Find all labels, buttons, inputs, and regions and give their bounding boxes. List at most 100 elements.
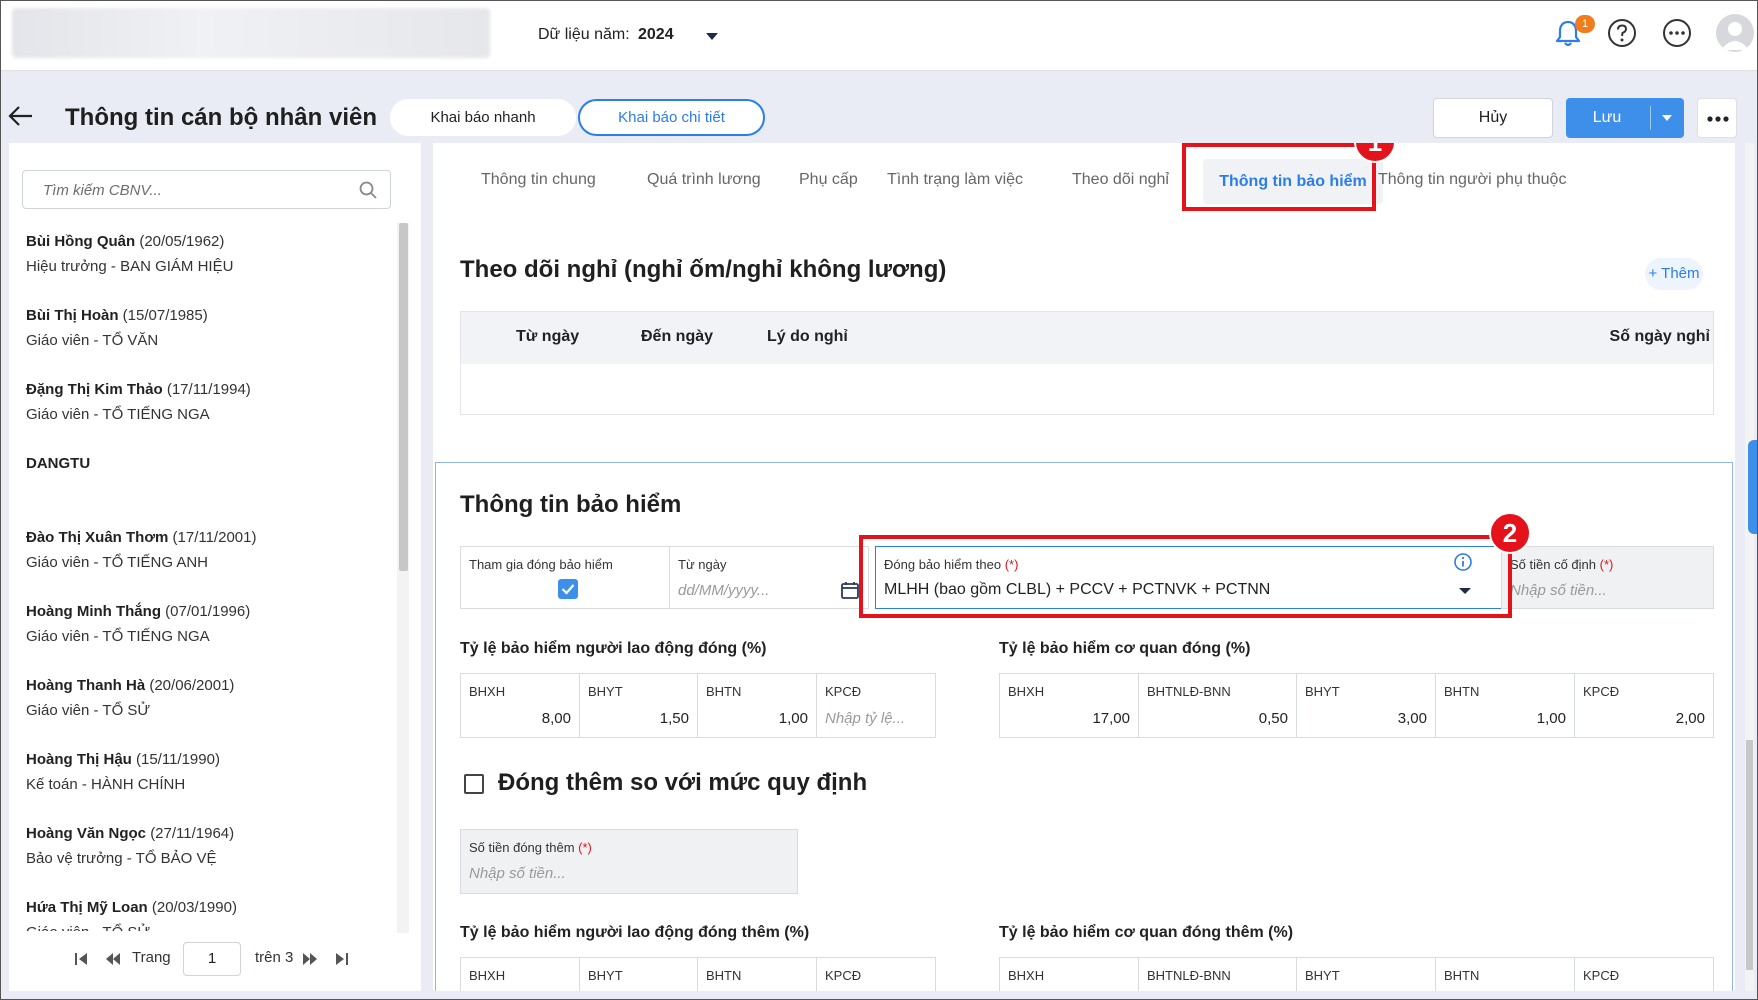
leave-table: Từ ngày Đến ngày Lý do nghỉ Số ngày nghỉ	[460, 311, 1714, 415]
field-label: Từ ngày	[678, 557, 727, 572]
chevron-down-icon[interactable]	[1660, 112, 1674, 124]
pagination: Trang 1 trên 3	[9, 939, 421, 979]
tab-work-status[interactable]: Tình trạng làm việc	[887, 171, 1023, 189]
employee-item[interactable]: Bùi Hồng Quân (20/05/1962) Hiệu trưởng -…	[26, 229, 233, 279]
agency-extra-bhtn[interactable]: BHTN	[1435, 957, 1575, 991]
rate-value: 17,00	[1092, 710, 1130, 727]
notification-badge: 1	[1575, 15, 1595, 33]
employee-item[interactable]: Bùi Thị Hoàn (15/07/1985) Giáo viên - TỔ…	[26, 303, 208, 353]
agency-extra-bhyt[interactable]: BHYT	[1296, 957, 1436, 991]
rate-label: BHTNLĐ-BNN	[1147, 684, 1231, 699]
extra-amount-field[interactable]: Số tiền đóng thêm (*) Nhập số tiền...	[460, 829, 798, 894]
last-page-icon[interactable]	[333, 951, 351, 967]
agency-rate-kpcd[interactable]: KPCĐ 2,00	[1574, 673, 1714, 738]
employee-rate-bhxh[interactable]: BHXH 8,00	[460, 673, 580, 738]
employee-item[interactable]: Hoàng Minh Thắng (07/01/1996) Giáo viên …	[26, 599, 250, 649]
employee-extra-bhyt[interactable]: BHYT	[579, 957, 698, 991]
save-button-label: Lưu	[1592, 109, 1622, 126]
agency-rate-bhtn[interactable]: BHTN 1,00	[1435, 673, 1575, 738]
participate-checkbox[interactable]	[558, 579, 578, 599]
required-mark: (*)	[578, 840, 592, 855]
side-collapse-handle[interactable]	[1748, 440, 1758, 534]
employee-rate-bhyt[interactable]: BHYT 1,50	[579, 673, 698, 738]
employee-list-scroll-thumb[interactable]	[399, 223, 408, 571]
rate-value: 2,00	[1675, 710, 1705, 727]
rate-value: 1,00	[1536, 710, 1566, 727]
employee-dob: (17/11/1994)	[166, 381, 251, 398]
rate-label: BHTN	[1444, 684, 1480, 699]
tab-dependents[interactable]: Thông tin người phụ thuộc	[1378, 171, 1566, 189]
highlight-box-insurance-tab	[1182, 143, 1376, 211]
highlight-box-insurance-basis	[859, 535, 1512, 618]
avatar[interactable]	[1716, 14, 1754, 52]
employee-extra-kpcd[interactable]: KPCĐ	[816, 957, 936, 991]
page-number-input[interactable]: 1	[183, 942, 241, 976]
employee-item[interactable]: Đặng Thị Kim Thảo (17/11/1994) Giáo viên…	[26, 377, 251, 427]
tab-leave-tracking[interactable]: Theo dõi nghỉ	[1072, 171, 1169, 189]
employee-rate-bhtn[interactable]: BHTN 1,00	[697, 673, 817, 738]
extra-contribution-checkbox[interactable]	[464, 774, 484, 794]
app-logo	[12, 8, 490, 58]
employee-item[interactable]: Hoàng Thị Hậu (15/11/1990) Kế toán - HÀN…	[26, 747, 220, 797]
rate-label: BHTN	[706, 684, 742, 699]
search-placeholder: Tìm kiếm CBNV...	[43, 182, 162, 199]
extra-amount-placeholder: Nhập số tiền...	[469, 865, 566, 882]
employee-extra-bhxh[interactable]: BHXH	[460, 957, 580, 991]
tab-general[interactable]: Thông tin chung	[481, 171, 596, 189]
date-placeholder: dd/MM/yyyy...	[678, 582, 770, 599]
agency-extra-bhtnld-bnn[interactable]: BHTNLĐ-BNN	[1138, 957, 1297, 991]
field-label: Tham gia đóng bảo hiểm	[469, 557, 613, 572]
participate-insurance-field: Tham gia đóng bảo hiểm	[460, 546, 670, 609]
employee-search-input[interactable]: Tìm kiếm CBNV...	[22, 170, 391, 209]
employee-item[interactable]: Hoàng Thanh Hà (20/06/2001) Giáo viên - …	[26, 673, 234, 723]
tab-allowance[interactable]: Phụ cấp	[799, 171, 858, 189]
prev-page-icon[interactable]	[104, 951, 122, 967]
first-page-icon[interactable]	[72, 951, 90, 967]
employee-item[interactable]: Đào Thị Xuân Thơm (17/11/2001) Giáo viên…	[26, 525, 256, 575]
column-header: Lý do nghỉ	[767, 328, 848, 345]
agency-rate-bhtnld-bnn[interactable]: BHTNLĐ-BNN 0,50	[1138, 673, 1297, 738]
employee-extra-bhtn[interactable]: BHTN	[697, 957, 817, 991]
agency-rate-bhyt[interactable]: BHYT 3,00	[1296, 673, 1436, 738]
rate-label: BHXH	[469, 968, 506, 983]
quick-declare-button[interactable]: Khai báo nhanh	[390, 99, 576, 136]
fixed-amount-field[interactable]: Số tiền cố định (*) Nhập số tiền...	[1501, 546, 1714, 609]
back-arrow-icon[interactable]	[8, 104, 34, 128]
rate-label: BHXH	[469, 684, 506, 699]
from-date-field[interactable]: Từ ngày dd/MM/yyyy...	[669, 546, 869, 609]
detail-declare-button[interactable]: Khai báo chi tiết	[578, 99, 765, 136]
add-leave-button[interactable]: + Thêm	[1645, 258, 1703, 290]
more-icon[interactable]	[1660, 16, 1694, 50]
agency-rate-bhxh[interactable]: BHXH 17,00	[999, 673, 1139, 738]
chevron-down-icon[interactable]	[702, 28, 722, 44]
more-horizontal-icon	[1707, 116, 1729, 122]
employee-item[interactable]: Hứa Thị Mỹ Loan (20/03/1990) Giáo viên -…	[26, 895, 237, 931]
search-icon[interactable]	[358, 180, 378, 200]
cancel-button[interactable]: Hủy	[1433, 98, 1553, 138]
agency-extra-bhxh[interactable]: BHXH	[999, 957, 1139, 991]
rate-value: 8,00	[541, 710, 571, 727]
employee-dob: (27/11/1964)	[150, 825, 235, 842]
main-scroll-thumb[interactable]	[1746, 740, 1753, 970]
next-page-icon[interactable]	[301, 951, 319, 967]
agency-extra-kpcd[interactable]: KPCĐ	[1574, 957, 1714, 991]
employee-dob: (20/05/1962)	[139, 233, 225, 250]
save-button[interactable]: Lưu	[1566, 98, 1684, 138]
rate-label: KPCĐ	[825, 968, 862, 983]
help-icon[interactable]	[1605, 16, 1639, 50]
employee-role: Giáo viên - TỔ TIẾNG ANH	[26, 554, 208, 571]
extra-amount-label: Số tiền đóng thêm	[469, 840, 575, 855]
employee-item[interactable]: Hoàng Văn Ngọc (27/11/1964) Bảo vệ trưởn…	[26, 821, 234, 871]
employee-rate-kpcd[interactable]: KPCĐ Nhập tỷ lệ...	[816, 673, 936, 738]
year-select-value[interactable]: 2024	[638, 26, 674, 44]
save-button-divider	[1650, 106, 1651, 130]
employee-name: Hoàng Thị Hậu	[26, 751, 132, 768]
more-actions-button[interactable]	[1697, 98, 1737, 138]
fixed-amount-label: Số tiền cố định	[1510, 557, 1597, 572]
calendar-icon[interactable]	[840, 580, 860, 600]
rate-label: KPCĐ	[1583, 968, 1620, 983]
employee-list: Bùi Hồng Quân (20/05/1962) Hiệu trưởng -…	[9, 229, 397, 931]
employee-name: Hoàng Thanh Hà	[26, 677, 146, 694]
tab-salary-history[interactable]: Quá trình lương	[647, 171, 761, 189]
employee-item[interactable]: DANGTU	[26, 451, 90, 476]
